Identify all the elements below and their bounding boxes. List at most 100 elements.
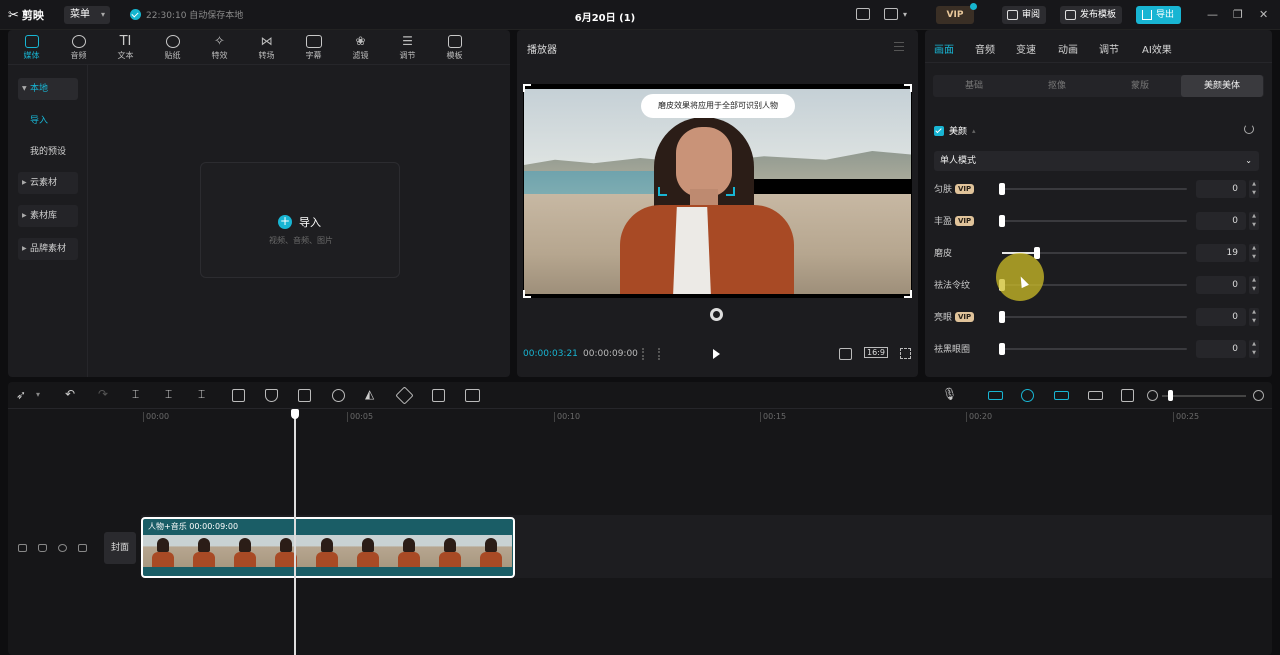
tool-template[interactable]: 模板 (431, 30, 478, 65)
subtab-beauty[interactable]: 美颜美体 (1181, 75, 1263, 97)
import-dropzone[interactable]: + 导入 视频、音频、图片 (200, 162, 400, 278)
tab-audio[interactable]: 音频 (975, 41, 995, 56)
delete-icon[interactable] (232, 389, 245, 402)
review-button[interactable]: 审阅 (1002, 6, 1047, 24)
video-clip[interactable]: 人物+音乐 00:00:09:00 (141, 517, 515, 578)
stepper-icon[interactable]: ▲ ▼ (1249, 180, 1259, 198)
import-button[interactable]: + 导入 (278, 214, 321, 230)
slider-value-input[interactable]: 19 (1196, 244, 1246, 262)
chevron-down-icon[interactable]: ▾ (36, 390, 40, 399)
slider-track[interactable] (999, 343, 1187, 355)
stepper-icon[interactable]: ▲ ▼ (1249, 212, 1259, 230)
tab-animation[interactable]: 动画 (1058, 41, 1078, 56)
subtab-cutout[interactable]: 抠像 (1016, 75, 1098, 97)
stepper-icon[interactable]: ▲ ▼ (1249, 244, 1259, 262)
slider-value-input[interactable]: 0 (1196, 276, 1246, 294)
layout-icon[interactable] (884, 8, 898, 20)
zoom-slider-knob[interactable] (1168, 390, 1173, 401)
resize-handle[interactable] (904, 290, 912, 298)
tool-subtitle[interactable]: 字幕 (290, 30, 337, 65)
beauty-mode-select[interactable]: 单人模式 ⌄ (934, 151, 1259, 171)
split-left-icon[interactable]: ⌶ (165, 387, 172, 402)
slider-knob[interactable] (1034, 247, 1041, 259)
stepper-icon[interactable]: ▲ ▼ (1249, 308, 1259, 326)
redo-icon[interactable]: ↷ (98, 387, 108, 401)
auto-snap-icon[interactable] (1021, 389, 1034, 402)
tool-filter[interactable]: ❀ 滤镜 (337, 30, 384, 65)
reset-icon[interactable] (1244, 124, 1254, 134)
tool-text[interactable]: TI 文本 (102, 30, 149, 65)
tab-ai-effects[interactable]: AI效果 (1142, 41, 1172, 56)
layout-dropdown-icon[interactable]: ▾ (903, 10, 907, 19)
tab-picture[interactable]: 画面 (934, 41, 954, 56)
track-cover-icon[interactable] (18, 544, 27, 552)
resize-handle[interactable] (523, 290, 531, 298)
menu-button[interactable]: 菜单 ▾ (64, 6, 110, 24)
playhead-line[interactable] (294, 409, 296, 655)
tool-adjust[interactable]: ☰ 调节 (384, 30, 431, 65)
close-icon[interactable]: ✕ (1259, 8, 1268, 21)
collapse-icon[interactable]: ▴ (972, 127, 976, 135)
tool-effects[interactable]: ✧ 特效 (196, 30, 243, 65)
tool-audio[interactable]: 音频 (55, 30, 102, 65)
smart-crop-icon[interactable] (465, 389, 480, 402)
slider-knob[interactable] (999, 215, 1005, 227)
slider-value-input[interactable]: 0 (1196, 308, 1246, 326)
speaker-icon[interactable] (78, 544, 87, 552)
sidebar-item-library[interactable]: ▶ 素材库 (18, 205, 78, 227)
publish-template-button[interactable]: 发布模板 (1060, 6, 1123, 24)
subtab-mask[interactable]: 蒙版 (1099, 75, 1181, 97)
split-right-icon[interactable]: ⌶ (198, 387, 205, 402)
marker-icon[interactable] (265, 389, 278, 402)
slider-value-input[interactable]: 0 (1196, 180, 1246, 198)
undo-icon[interactable]: ↶ (65, 387, 75, 401)
zoom-out-icon[interactable] (1147, 390, 1158, 401)
slider-value-input[interactable]: 0 (1196, 212, 1246, 230)
sidebar-item-import[interactable]: 导入 (18, 110, 78, 132)
lock-icon[interactable] (38, 544, 47, 552)
slider-value-input[interactable]: 0 (1196, 340, 1246, 358)
stepper-icon[interactable]: ▲ ▼ (1249, 276, 1259, 294)
split-icon[interactable]: ⌶ (132, 387, 139, 402)
tab-speed[interactable]: 变速 (1016, 41, 1036, 56)
timeline-ruler[interactable]: 00:00 00:05 00:10 00:15 00:20 00:25 (8, 409, 1272, 425)
rotate-icon[interactable] (710, 308, 723, 321)
slider-track[interactable] (999, 183, 1187, 195)
rotate-icon[interactable] (395, 386, 414, 405)
mirror-icon[interactable]: ◭ (365, 387, 374, 401)
stepper-icon[interactable]: ▲ ▼ (1249, 340, 1259, 358)
eye-icon[interactable] (58, 544, 67, 552)
sidebar-item-local[interactable]: ▼ 本地 (18, 78, 78, 100)
slider-knob[interactable] (999, 343, 1005, 355)
slider-knob[interactable] (999, 311, 1005, 323)
slider-knob[interactable] (999, 183, 1005, 195)
sidebar-item-cloud[interactable]: ▶ 云素材 (18, 172, 78, 194)
restore-icon[interactable]: ❐ (1233, 8, 1243, 21)
export-button[interactable]: 导出 (1136, 6, 1181, 24)
video-viewport[interactable]: 磨皮效果将应用于全部可识别人物 (523, 84, 912, 298)
hamburger-icon[interactable] (894, 42, 904, 51)
timeline-grid-icon[interactable] (642, 348, 660, 360)
microphone-icon[interactable]: 🎙 (942, 387, 957, 401)
fit-screen-icon[interactable] (839, 348, 852, 360)
vip-button[interactable]: VIP (936, 3, 977, 24)
slider-track[interactable] (999, 311, 1187, 323)
ratio-button[interactable]: 16:9 (864, 347, 888, 358)
select-cursor-icon[interactable]: ➶ (16, 388, 26, 402)
subtab-basic[interactable]: 基础 (933, 75, 1015, 97)
tool-media[interactable]: 媒体 (8, 30, 55, 65)
crop-icon[interactable] (432, 389, 445, 402)
link-main-track-icon[interactable] (988, 391, 1003, 400)
minimize-icon[interactable]: — (1207, 8, 1218, 21)
keyboard-icon[interactable] (856, 8, 870, 20)
tool-sticker[interactable]: 贴纸 (149, 30, 196, 65)
sidebar-item-my-presets[interactable]: 我的预设 (18, 141, 78, 163)
tool-transition[interactable]: ⋈ 转场 (243, 30, 290, 65)
full-view-icon[interactable] (1121, 389, 1134, 402)
resize-handle[interactable] (904, 84, 912, 92)
reverse-icon[interactable] (332, 389, 345, 402)
fullscreen-icon[interactable] (900, 348, 911, 359)
slider-track[interactable] (1002, 247, 1187, 259)
zoom-in-icon[interactable] (1253, 390, 1264, 401)
preview-axis-icon[interactable] (1088, 391, 1103, 400)
